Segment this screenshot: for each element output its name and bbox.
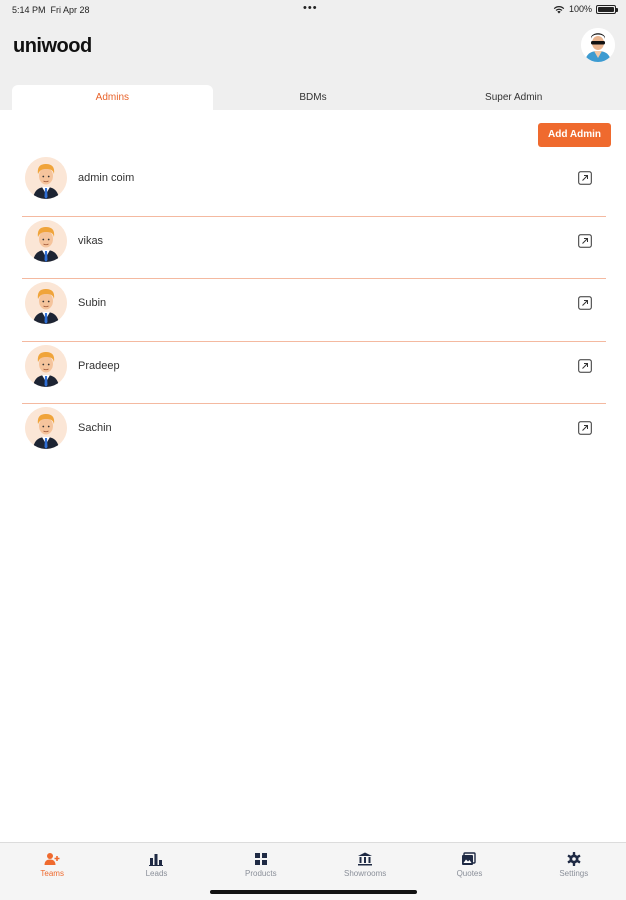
user-avatar-icon [25, 344, 67, 387]
teams-icon [44, 853, 60, 865]
open-link-icon[interactable] [578, 421, 592, 435]
list-item[interactable]: Pradeep [22, 342, 606, 404]
battery-icon [596, 4, 618, 14]
add-admin-button[interactable]: Add Admin [538, 123, 611, 147]
user-avatar-icon [25, 282, 67, 324]
admin-name: vikas [78, 234, 104, 247]
admin-name: Sachin [78, 422, 112, 434]
user-avatar-icon [25, 407, 67, 449]
list-item[interactable]: admin coim [22, 154, 606, 217]
nav-leads[interactable]: Leads [104, 843, 208, 900]
nav-quotes[interactable]: Quotes [417, 843, 521, 900]
nav-label: Quotes [456, 869, 483, 878]
list-item[interactable]: vikas [22, 217, 606, 279]
leads-icon [149, 854, 164, 866]
admin-list: admin coim vikas Subin Pradeep Sachin [22, 154, 606, 467]
app-header: uniwood [0, 20, 626, 82]
admin-name: admin coim [78, 172, 135, 184]
wifi-icon [553, 5, 565, 13]
nav-label: Showrooms [344, 869, 387, 878]
nav-teams[interactable]: Teams [0, 843, 104, 900]
main-content: Add Admin admin coim vikas Subin Pradeep… [0, 110, 626, 842]
nav-label: Products [245, 869, 277, 878]
settings-icon [567, 852, 581, 866]
nav-label: Teams [40, 869, 64, 878]
open-link-icon[interactable] [578, 171, 592, 185]
avatar [25, 157, 67, 199]
avatar [25, 282, 67, 324]
open-link-icon[interactable] [578, 358, 592, 373]
nav-label: Settings [559, 869, 589, 878]
user-avatar-icon [25, 219, 67, 262]
status-right: 100% [553, 4, 618, 14]
battery-percent: 100% [568, 4, 592, 14]
tab-bdms[interactable]: BDMs [213, 85, 414, 110]
avatar [25, 407, 67, 449]
list-item[interactable]: Sachin [22, 404, 606, 467]
open-link-icon[interactable] [578, 296, 592, 310]
home-indicator[interactable] [210, 890, 417, 894]
app-logo: uniwood [13, 35, 92, 57]
profile-avatar[interactable] [581, 28, 615, 62]
products-icon [254, 853, 267, 865]
avatar [25, 344, 67, 387]
avatar [25, 219, 67, 262]
status-bar: 5:14 PM Fri Apr 28 ••• 100% [0, 0, 626, 20]
showrooms-icon [358, 852, 373, 866]
multitask-dots[interactable]: ••• [303, 2, 318, 14]
tab-admins[interactable]: Admins [12, 85, 213, 110]
status-time: 5:14 PM Fri Apr 28 [12, 5, 90, 15]
quotes-icon [462, 852, 477, 865]
admin-name: Pradeep [78, 359, 120, 372]
open-link-icon[interactable] [578, 233, 592, 248]
nav-settings[interactable]: Settings [522, 843, 626, 900]
nav-label: Leads [145, 869, 168, 878]
user-avatar-icon [25, 157, 67, 199]
list-item[interactable]: Subin [22, 279, 606, 342]
admin-name: Subin [78, 297, 107, 309]
profile-avatar-icon [581, 28, 615, 62]
tab-super-admin[interactable]: Super Admin [413, 85, 614, 110]
tab-bar: Admins BDMs Super Admin [12, 85, 614, 110]
